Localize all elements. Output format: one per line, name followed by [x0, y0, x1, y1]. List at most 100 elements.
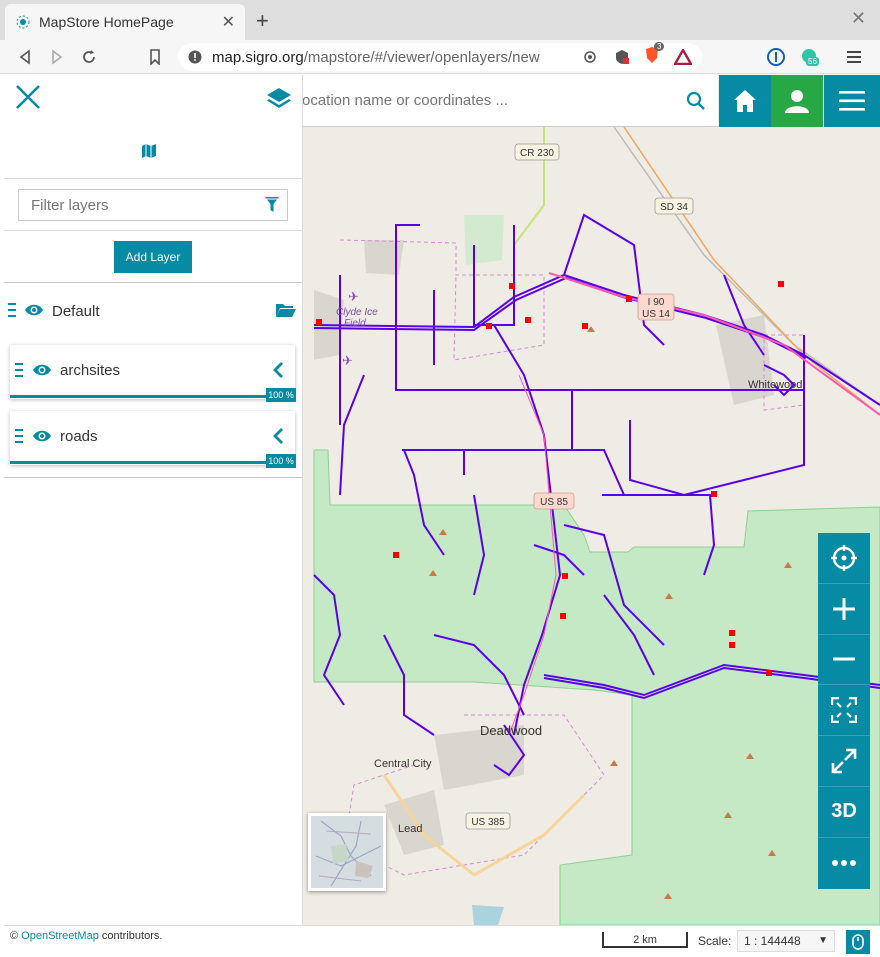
label-i90: I 90: [648, 297, 665, 308]
tab-title: MapStore HomePage: [39, 14, 174, 30]
3d-button[interactable]: 3D: [818, 787, 870, 838]
group-name: Default: [52, 303, 100, 320]
label-us14: US 14: [642, 309, 670, 320]
archsite-point: [486, 323, 492, 329]
search-icon: [686, 91, 705, 110]
label-central-city: Central City: [374, 758, 432, 770]
extension-icon[interactable]: 56: [800, 47, 820, 67]
archsite-point: [729, 630, 735, 636]
minus-icon: [833, 657, 855, 661]
tab-close-icon[interactable]: ✕: [222, 12, 235, 32]
address-bar[interactable]: map.sigro.org/mapstore/#/viewer/openlaye…: [178, 42, 702, 71]
max-extent-icon: [831, 697, 857, 724]
zoom-out-button[interactable]: [818, 635, 870, 686]
bookmark-icon[interactable]: [144, 46, 166, 68]
map-toolbar: 3D: [818, 533, 870, 889]
mapstore-app: ✈ ✈ CR 230 SD 34 I 90 US 14 US 85 US 385…: [4, 75, 880, 957]
add-layer-row: Add Layer: [4, 231, 302, 283]
chevron-left-icon[interactable]: [272, 361, 284, 379]
map-icon[interactable]: [141, 143, 157, 159]
browser-tab[interactable]: MapStore HomePage ✕: [5, 4, 245, 40]
label-clyde: Clyde Ice: [336, 307, 378, 318]
filter-row: [4, 179, 302, 231]
layer-item-roads[interactable]: roads 100 %: [10, 411, 296, 468]
location-icon[interactable]: [582, 49, 598, 65]
window-close-icon[interactable]: ✕: [851, 8, 866, 29]
attribution: © OpenStreetMap contributors.: [10, 930, 162, 942]
filter-layers-input[interactable]: [31, 196, 257, 214]
drag-handle-icon[interactable]: [8, 303, 16, 317]
brave-rewards-icon[interactable]: [674, 49, 692, 65]
home-button[interactable]: [719, 75, 771, 127]
blocked-content-icon[interactable]: [614, 49, 630, 65]
burger-menu-button[interactable]: [824, 75, 880, 127]
new-tab-icon[interactable]: +: [256, 8, 269, 34]
visibility-eye-icon[interactable]: [32, 363, 52, 377]
map-footer: © OpenStreetMap contributors. 2 km Scale…: [4, 925, 880, 957]
folder-open-icon[interactable]: [276, 302, 296, 318]
search-input[interactable]: [300, 92, 674, 109]
layer-item-archsites[interactable]: archsites 100 %: [10, 345, 296, 402]
home-icon: [734, 90, 756, 112]
airport-icon: ✈: [348, 289, 359, 304]
town-area: [364, 240, 404, 275]
filter-icon: [257, 197, 287, 213]
archsite-point: [525, 317, 531, 323]
airport-icon: ✈: [342, 353, 353, 368]
browser-menu-icon[interactable]: [844, 47, 864, 67]
url-host: map.sigro.org: [212, 48, 304, 66]
fullscreen-button[interactable]: [818, 736, 870, 787]
forward-icon[interactable]: [46, 46, 68, 68]
label-lead: Lead: [398, 823, 422, 835]
password-manager-icon[interactable]: [766, 47, 786, 67]
search-bar: [300, 75, 718, 127]
caret-down-icon: ▼: [818, 935, 828, 946]
back-icon[interactable]: [14, 46, 36, 68]
archsite-point: [711, 491, 717, 497]
archsite-point: [729, 642, 735, 648]
brave-badge: 3: [654, 42, 665, 51]
layer-group-default[interactable]: Default: [4, 283, 302, 341]
archsite-point: [766, 670, 772, 676]
zoom-in-button[interactable]: [818, 584, 870, 635]
chevron-left-icon[interactable]: [272, 427, 284, 445]
drag-handle-icon[interactable]: [15, 363, 23, 377]
label-sd34: SD 34: [660, 202, 688, 213]
scalebar-label: 2 km: [633, 934, 657, 946]
layers-panel: Add Layer Default archsites 100 % roads …: [4, 75, 303, 925]
more-options-button[interactable]: [818, 838, 870, 889]
scale-dropdown[interactable]: 1 : 144448 ▼: [737, 930, 835, 952]
add-layer-button[interactable]: Add Layer: [114, 241, 192, 273]
user-button[interactable]: [771, 75, 823, 127]
label-deadwood: Deadwood: [480, 723, 542, 738]
drag-handle-icon[interactable]: [15, 429, 23, 443]
water-area: [472, 905, 504, 925]
locate-button[interactable]: [818, 533, 870, 584]
visibility-eye-icon[interactable]: [24, 303, 44, 317]
overview-map[interactable]: [308, 813, 386, 891]
opacity-slider[interactable]: [10, 461, 268, 464]
brave-shield-icon[interactable]: 3: [644, 42, 665, 68]
opacity-slider[interactable]: [10, 395, 268, 398]
plus-icon: [833, 597, 855, 620]
label-us385: US 385: [471, 817, 505, 828]
scale-value: 1 : 144448: [744, 934, 801, 948]
browser-tab-bar: MapStore HomePage ✕ + ✕: [0, 0, 880, 40]
filter-layers-field[interactable]: [18, 189, 288, 221]
visibility-eye-icon[interactable]: [32, 429, 52, 443]
archsite-point: [582, 323, 588, 329]
mapstore-favicon-icon: [16, 15, 30, 29]
reload-icon[interactable]: [78, 46, 100, 68]
site-info-icon[interactable]: [188, 50, 202, 64]
layers-icon: [267, 88, 291, 108]
extension-badge: 56: [806, 57, 819, 66]
label-us85: US 85: [540, 497, 568, 508]
osm-link[interactable]: OpenStreetMap: [21, 930, 99, 942]
panel-divider: [4, 477, 303, 478]
search-button[interactable]: [674, 75, 718, 127]
zoom-to-extent-button[interactable]: [818, 685, 870, 737]
close-icon[interactable]: [14, 83, 42, 111]
scalebar: 2 km: [602, 932, 688, 948]
mouse-icon: [852, 934, 864, 950]
mouse-position-button[interactable]: [846, 930, 870, 954]
